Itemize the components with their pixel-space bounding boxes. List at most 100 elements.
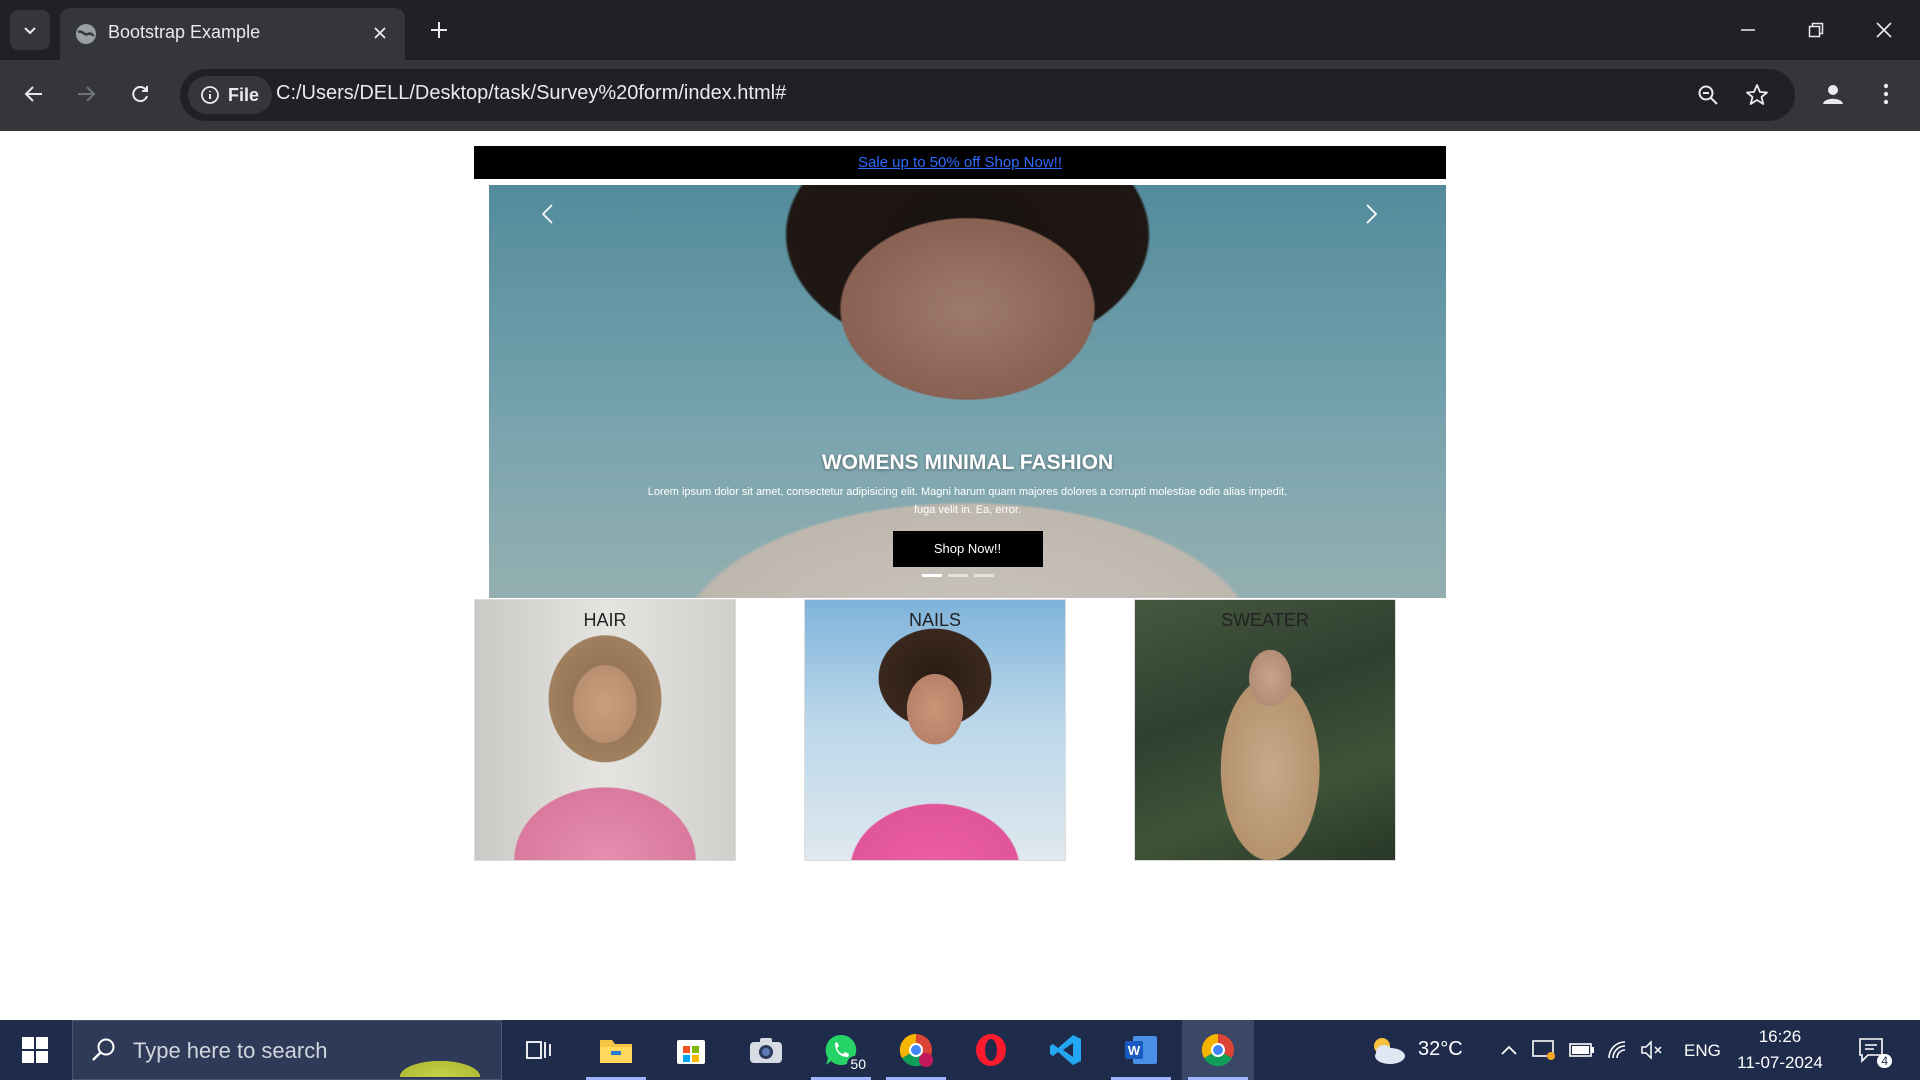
more-icon	[1883, 83, 1889, 105]
reload-icon	[132, 86, 148, 103]
carousel-prev-button[interactable]	[517, 189, 577, 239]
forward-button[interactable]	[66, 74, 106, 114]
web-page: Sale up to 50% off Shop Now!! WOMENS MIN…	[0, 131, 1920, 1020]
browser-tab[interactable]: Bootstrap Example	[60, 8, 405, 60]
weather-widget[interactable]	[1366, 1028, 1410, 1072]
notification-count: 4	[1877, 1054, 1892, 1068]
profile-icon	[1823, 85, 1843, 104]
vscode-icon	[1050, 1035, 1081, 1065]
search-placeholder: Type here to search	[133, 1038, 328, 1063]
info-icon	[201, 86, 219, 104]
minimize-button[interactable]	[1726, 10, 1770, 50]
site-info-button[interactable]: File	[188, 76, 272, 114]
shop-now-button[interactable]: Shop Now!!	[892, 531, 1043, 567]
weather-icon	[1374, 1038, 1405, 1064]
taskbar-camera[interactable]	[744, 1028, 788, 1072]
volume-muted-icon	[1641, 1040, 1662, 1060]
star-icon	[1746, 84, 1768, 105]
search-icon	[92, 1038, 115, 1061]
taskbar-chrome-profile[interactable]	[886, 1028, 946, 1080]
search-highlight-image	[385, 1025, 495, 1077]
taskbar-word[interactable]: W	[1111, 1028, 1171, 1080]
svg-text:W: W	[1128, 1043, 1141, 1058]
carousel-title: WOMENS MINIMAL FASHION	[821, 451, 1114, 474]
chrome-icon	[1201, 1033, 1234, 1067]
weather-temp[interactable]: 32°C	[1418, 1038, 1463, 1061]
tab-title: Bootstrap Example	[108, 22, 261, 42]
sale-banner-link[interactable]: Sale up to 50% off Shop Now!!	[858, 154, 1062, 171]
task-view-button[interactable]	[517, 1028, 561, 1072]
minimize-icon	[1741, 29, 1755, 31]
close-icon	[1876, 22, 1892, 38]
tab-list-icon	[24, 27, 36, 35]
category-card-hair[interactable]: HAIR	[474, 599, 736, 861]
taskbar-store[interactable]	[669, 1028, 713, 1072]
browser-toolbar: File C:/Users/DELL/Desktop/task/Survey%2…	[0, 60, 1920, 131]
taskbar-opera[interactable]	[969, 1028, 1013, 1072]
notification-center-button[interactable]: 4	[1850, 1028, 1894, 1072]
tray-volume[interactable]	[1630, 1028, 1674, 1072]
chevron-left-icon	[541, 204, 553, 224]
language-indicator[interactable]: ENG	[1684, 1041, 1721, 1061]
reload-button[interactable]	[120, 74, 160, 114]
card-label: HAIR	[583, 610, 627, 630]
address-bar[interactable]: File C:/Users/DELL/Desktop/task/Survey%2…	[180, 69, 1795, 121]
clock-time: 16:26	[1758, 1027, 1802, 1046]
carousel-indicator-2[interactable]	[948, 574, 968, 577]
category-card-sweater[interactable]: SWEATER	[1134, 599, 1396, 861]
taskbar-clock[interactable]: 16:26 11-07-2024	[1730, 1024, 1830, 1076]
camera-icon	[750, 1038, 782, 1063]
carousel-text: Lorem ipsum dolor sit amet, consectetur …	[647, 486, 1288, 516]
wifi-icon	[1608, 1041, 1626, 1059]
zoom-button[interactable]	[1694, 81, 1722, 109]
tab-list-button[interactable]	[10, 10, 50, 50]
carousel-next-button[interactable]	[1342, 189, 1402, 239]
clock-date: 11-07-2024	[1737, 1053, 1823, 1072]
menu-button[interactable]	[1866, 74, 1906, 114]
restore-button[interactable]	[1794, 10, 1838, 50]
word-icon: W	[1125, 1036, 1157, 1064]
new-tab-button[interactable]	[423, 14, 455, 46]
carousel-indicator-1[interactable]	[922, 574, 942, 577]
chrome-icon	[899, 1033, 933, 1067]
bookmark-button[interactable]	[1743, 81, 1771, 109]
globe-icon	[76, 24, 96, 44]
forward-icon	[78, 86, 96, 102]
profile-button[interactable]	[1813, 74, 1853, 114]
taskbar-chrome-active[interactable]	[1182, 1020, 1254, 1080]
chevron-up-icon	[1501, 1045, 1517, 1055]
zoom-icon	[1698, 85, 1718, 105]
file-explorer-icon	[600, 1040, 632, 1063]
back-button[interactable]	[14, 74, 54, 114]
taskbar: Type here to search 50 W 32°C ENG 16:26 …	[0, 1020, 1920, 1080]
start-button[interactable]	[10, 1030, 60, 1070]
carousel-indicator-3[interactable]	[974, 574, 994, 577]
task-view-icon	[526, 1041, 551, 1059]
opera-icon	[976, 1034, 1006, 1066]
back-icon	[24, 86, 42, 102]
hero-carousel: WOMENS MINIMAL FASHION Lorem ipsum dolor…	[489, 185, 1446, 598]
store-icon	[677, 1040, 705, 1064]
battery-icon	[1569, 1043, 1594, 1057]
card-label: NAILS	[908, 610, 962, 630]
taskbar-file-explorer[interactable]	[586, 1028, 646, 1080]
chevron-right-icon	[1366, 204, 1378, 224]
card-label: SWEATER	[1221, 610, 1309, 630]
category-card-nails[interactable]: NAILS	[804, 599, 1066, 861]
sale-banner: Sale up to 50% off Shop Now!!	[474, 146, 1446, 179]
taskbar-search[interactable]: Type here to search	[72, 1020, 502, 1080]
close-tab-button[interactable]	[367, 20, 393, 46]
carousel-indicators	[922, 574, 994, 577]
plus-icon	[431, 22, 447, 38]
close-window-button[interactable]	[1862, 10, 1906, 50]
taskbar-whatsapp[interactable]: 50	[811, 1028, 871, 1080]
whatsapp-badge: 50	[847, 1056, 869, 1072]
site-info-label: File	[228, 84, 260, 105]
close-icon	[374, 27, 386, 39]
monitor-icon	[1532, 1040, 1555, 1060]
restore-icon	[1808, 22, 1824, 38]
tab-strip: Bootstrap Example	[0, 0, 1920, 60]
carousel-caption: WOMENS MINIMAL FASHION Lorem ipsum dolor…	[489, 451, 1446, 567]
url-text[interactable]: C:/Users/DELL/Desktop/task/Survey%20form…	[276, 82, 786, 105]
taskbar-vscode[interactable]	[1044, 1028, 1088, 1072]
